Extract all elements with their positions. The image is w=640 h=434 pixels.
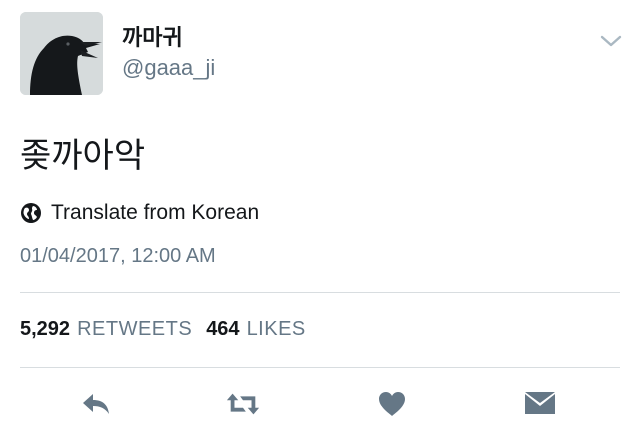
globe-icon [21, 203, 41, 223]
user-handle[interactable]: @gaaa_ji [122, 55, 215, 81]
tweet-text: 좆까아악 [20, 136, 146, 176]
reply-icon [83, 394, 109, 414]
like-button[interactable] [374, 386, 410, 422]
retweet-icon [226, 393, 260, 415]
likes-label[interactable]: LIKES [247, 318, 306, 341]
tweet-timestamp: 01/04/2017, 12:00 AM [20, 245, 216, 267]
translate-label: Translate from Korean [51, 201, 260, 224]
translate-link[interactable]: Translate from Korean [20, 200, 259, 226]
tweet-stats: 5,292 RETWEETS 464 LIKES [20, 318, 320, 341]
crow-avatar-icon [20, 12, 103, 95]
avatar[interactable] [20, 12, 103, 95]
retweet-button[interactable] [225, 386, 261, 422]
chevron-down-icon[interactable] [598, 30, 624, 52]
envelope-icon [525, 392, 555, 414]
direct-message-button[interactable] [522, 386, 558, 422]
display-name[interactable]: 까마귀 [122, 20, 183, 52]
heart-icon [379, 392, 405, 416]
retweets-count[interactable]: 5,292 [20, 318, 70, 341]
likes-count[interactable]: 464 [206, 318, 239, 341]
divider [20, 292, 620, 293]
tweet-detail: 까마귀 @gaaa_ji 좆까아악 Translate from Korean … [0, 0, 640, 434]
reply-button[interactable] [78, 386, 114, 422]
retweets-label[interactable]: RETWEETS [77, 318, 192, 341]
divider [20, 367, 620, 368]
